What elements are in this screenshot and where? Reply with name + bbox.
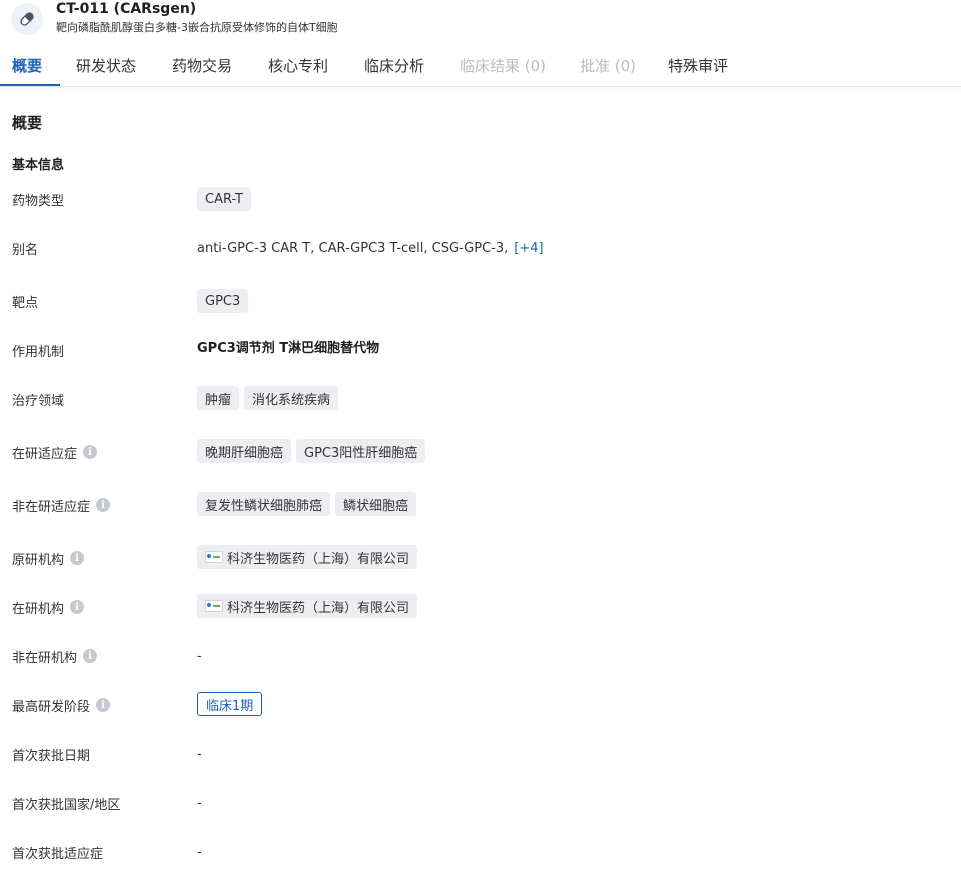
label-highest-phase: 最高研发阶段 i — [12, 695, 111, 715]
tab-special-review[interactable]: 特殊审评 — [668, 56, 728, 76]
section-title: 概要 — [12, 114, 43, 132]
value-active-indication: 晚期肝细胞癌 GPC3阳性肝细胞癌 — [197, 439, 430, 463]
label-text: 在研机构 — [12, 601, 65, 617]
target-tag[interactable]: GPC3 — [197, 289, 249, 313]
info-icon[interactable]: i — [83, 445, 98, 459]
organization-tag[interactable]: 科济生物医药（上海）有限公司 — [197, 594, 418, 618]
value-therapeutic-area: 肿瘤 消化系统疾病 — [197, 386, 343, 410]
tab-rd-status[interactable]: 研发状态 — [76, 56, 136, 76]
value-target: GPC3 — [197, 289, 253, 313]
basic-info-title: 基本信息 — [12, 158, 65, 173]
label-text: 首次获批日期 — [12, 748, 91, 764]
label-text: 别名 — [12, 242, 39, 258]
label-first-approval-country: 首次获批国家/地区 — [12, 793, 120, 813]
value-mechanism: GPC3调节剂 T淋巴细胞替代物 — [197, 334, 379, 358]
info-icon[interactable]: i — [70, 551, 85, 565]
label-text: 靶点 — [12, 295, 39, 311]
drug-type-tag[interactable]: CAR-T — [197, 187, 251, 211]
value-active-org: 科济生物医药（上海）有限公司 — [197, 594, 422, 618]
indication-tag[interactable]: 晚期肝细胞癌 — [197, 439, 292, 463]
value-inactive-indication: 复发性鳞状细胞肺癌 鳞状细胞癌 — [197, 492, 421, 516]
tab-overview[interactable]: 概要 — [12, 56, 42, 76]
label-text: 非在研适应症 — [12, 499, 91, 515]
label-drug-type: 药物类型 — [12, 189, 64, 209]
drug-description: 靶向磷脂酰肌醇蛋白多糖-3嵌合抗原受体修饰的自体T细胞 — [56, 21, 338, 34]
label-mechanism: 作用机制 — [12, 340, 64, 360]
first-approval-country-value: - — [197, 795, 202, 811]
value-first-approval-country: - — [197, 791, 202, 815]
drug-header: CT-011 (CARsgen) 靶向磷脂酰肌醇蛋白多糖-3嵌合抗原受体修饰的自… — [0, 0, 961, 38]
active-tab-indicator — [0, 84, 60, 86]
label-target: 靶点 — [12, 291, 38, 311]
label-first-approval-indication: 首次获批适应症 — [12, 842, 103, 862]
label-text: 非在研机构 — [12, 650, 78, 666]
company-logo-icon — [205, 551, 223, 563]
info-icon[interactable]: i — [96, 498, 111, 512]
label-originator: 原研机构 i — [12, 548, 85, 568]
label-text: 首次获批适应症 — [12, 846, 104, 862]
label-text: 治疗领域 — [12, 393, 65, 409]
alias-text: anti-GPC-3 CAR T, CAR-GPC3 T-cell, CSG-G… — [197, 240, 509, 256]
tab-clinical-results: 临床结果 (0) — [460, 57, 547, 75]
label-text: 最高研发阶段 — [12, 699, 91, 715]
alias-more-link[interactable]: [+4] — [514, 241, 543, 256]
label-inactive-indication: 非在研适应症 i — [12, 495, 111, 515]
tab-approvals: 批准 (0) — [580, 57, 637, 75]
label-alias: 别名 — [12, 238, 38, 258]
tab-bar: 概要 研发状态 药物交易 核心专利 临床分析 临床结果 (0) 批准 (0) 特… — [0, 44, 961, 87]
label-text: 作用机制 — [12, 344, 65, 360]
inactive-org-value: - — [197, 648, 202, 664]
label-text: 首次获批国家/地区 — [12, 797, 121, 813]
value-alias: anti-GPC-3 CAR T, CAR-GPC3 T-cell, CSG-G… — [197, 236, 544, 260]
indication-tag[interactable]: 复发性鳞状细胞肺癌 — [197, 492, 331, 516]
value-drug-type: CAR-T — [197, 187, 256, 211]
info-icon[interactable]: i — [83, 649, 98, 663]
indication-tag[interactable]: GPC3阳性肝细胞癌 — [296, 439, 426, 463]
company-logo-icon — [205, 600, 223, 612]
first-approval-date-value: - — [197, 746, 202, 762]
first-approval-indication-value: - — [197, 844, 202, 860]
tab-clinical-analysis[interactable]: 临床分析 — [364, 56, 424, 76]
value-highest-phase: 临床1期 — [197, 692, 263, 716]
therapeutic-area-tag[interactable]: 肿瘤 — [197, 386, 240, 410]
value-originator: 科济生物医药（上海）有限公司 — [197, 545, 422, 569]
drug-name: CT-011 (CARsgen) — [56, 1, 197, 17]
label-active-indication: 在研适应症 i — [12, 442, 98, 462]
value-inactive-org: - — [197, 644, 202, 668]
label-text: 原研机构 — [12, 552, 65, 568]
pill-icon — [11, 3, 43, 35]
label-text: 药物类型 — [12, 193, 65, 209]
mechanism-text: GPC3调节剂 T淋巴细胞替代物 — [197, 340, 380, 356]
label-first-approval-date: 首次获批日期 — [12, 744, 90, 764]
info-icon[interactable]: i — [96, 698, 111, 712]
organization-name: 科济生物医药（上海）有限公司 — [227, 551, 410, 567]
tab-drug-deals[interactable]: 药物交易 — [172, 56, 232, 76]
organization-name: 科济生物医药（上海）有限公司 — [227, 600, 410, 616]
tab-core-patents[interactable]: 核心专利 — [268, 56, 328, 76]
value-first-approval-date: - — [197, 742, 202, 766]
organization-tag[interactable]: 科济生物医药（上海）有限公司 — [197, 545, 418, 569]
label-active-org: 在研机构 i — [12, 597, 85, 617]
therapeutic-area-tag[interactable]: 消化系统疾病 — [244, 386, 339, 410]
label-therapeutic-area: 治疗领域 — [12, 389, 64, 409]
label-inactive-org: 非在研机构 i — [12, 646, 98, 666]
label-text: 在研适应症 — [12, 446, 78, 462]
value-first-approval-indication: - — [197, 840, 202, 864]
phase-badge: 临床1期 — [197, 692, 263, 716]
info-icon[interactable]: i — [70, 600, 85, 614]
indication-tag[interactable]: 鳞状细胞癌 — [335, 492, 417, 516]
